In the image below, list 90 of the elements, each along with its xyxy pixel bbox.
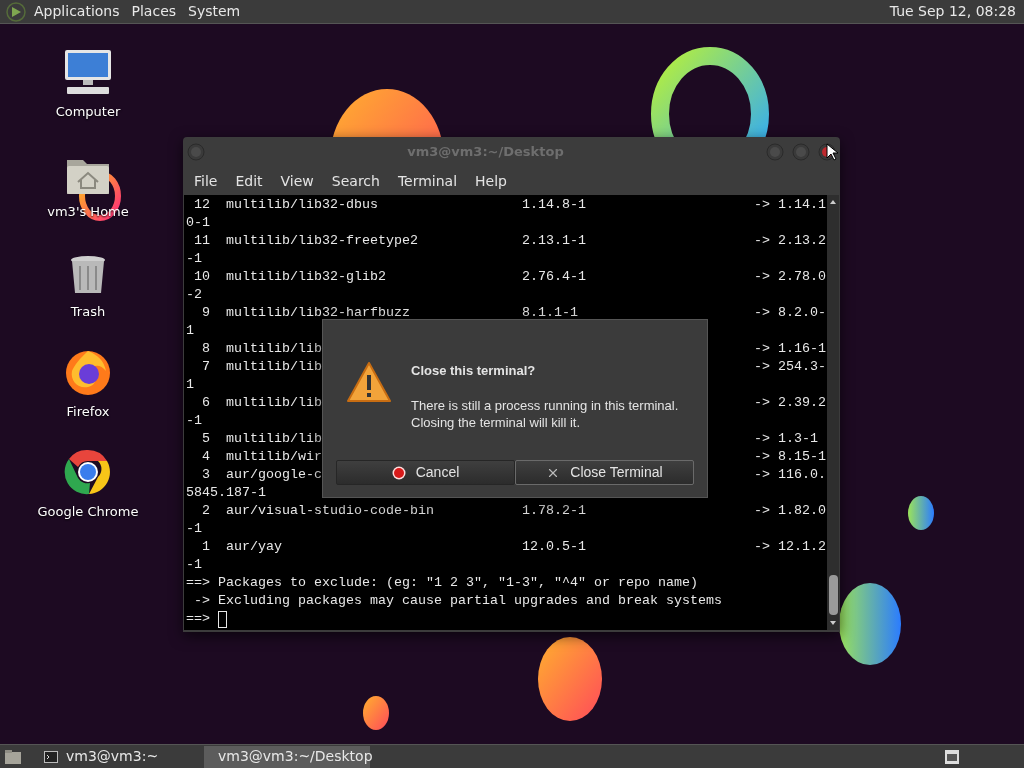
dialog-title: Close this terminal? [411,362,537,380]
desktop-icon-label[interactable]: Trash [70,302,106,322]
scroll-up-icon[interactable] [829,198,837,206]
show-desktop-icon[interactable] [4,748,22,765]
package-name: multilib/lib32-dbus [226,196,378,214]
terminal-icon [44,750,58,763]
menu-item[interactable]: Terminal [388,170,467,192]
menu-item[interactable]: View [271,170,323,192]
row-number: 4 [201,448,210,466]
package-name: aur/google-c [226,466,322,484]
new-version: -> 8.15-1 [754,448,826,466]
wrapped-version: 1 [186,322,194,340]
menu-item[interactable]: Search [322,170,389,192]
package-name: multilib/lib32-harfbuzz [226,304,410,322]
package-name: multilib/lib32-freetype2 [226,232,418,250]
row-number: 1 [201,538,210,556]
new-version: -> 1.14.1 [754,196,826,214]
new-version: -> 1.3-1 [754,430,818,448]
row-number: 9 [201,304,210,322]
new-version: -> 2.13.2 [754,232,826,250]
cancel-button[interactable]: Cancel [336,460,515,485]
scrollbar[interactable] [827,195,839,630]
close-terminal-button[interactable]: Close Terminal [515,460,694,485]
package-version: 2.76.4-1 [522,268,586,286]
clock[interactable]: Tue Sep 12, 08:28 [889,1,1016,22]
package-name: aur/visual-studio-code-bin [226,502,434,520]
desktop-icon-label[interactable]: Computer [55,102,121,122]
play-logo-icon[interactable] [6,1,26,22]
segmented-ring-icon [64,448,112,496]
monitor-icon [63,48,113,96]
dialog-message: There is still a process running in this terminal. Closing the terminal will kill it. [411,396,679,431]
wrapped-version: 1 [186,376,194,394]
new-version: -> 2.39.2 [754,394,826,412]
package-name: multilib/lib [226,358,322,376]
desktop-icon-label[interactable]: Google Chrome [37,502,139,522]
workspace-icon[interactable] [944,748,960,765]
wrapped-version: 5845.187-1 [186,484,266,502]
package-name: multilib/lib [226,394,322,412]
taskbar-button[interactable]: vm3@vm3:~ [38,745,188,768]
new-version: -> 1.16-1 [754,340,826,358]
package-name: multilib/lib [226,430,322,448]
new-version: -> 1.82.0 [754,502,826,520]
scrollbar-thumb[interactable] [828,575,838,615]
new-version: -> 254.3- [754,358,826,376]
row-number: 12 [193,196,210,214]
row-number: 8 [201,340,210,358]
package-version: 12.0.5-1 [522,538,586,556]
warning-icon [346,361,392,403]
menu-item[interactable]: File [185,170,227,192]
new-version: -> 2.78.0 [754,268,826,286]
new-version: -> 12.1.2 [754,538,826,556]
package-version: 1.78.2-1 [522,502,586,520]
taskbar-button[interactable]: vm3@vm3:~/Desktop [204,745,370,768]
wrapped-version: -1 [186,556,202,574]
menu-item[interactable]: Help [466,170,516,192]
terminal-line: -> Excluding packages may cause partial upgrades and break systems [193,592,722,610]
wrapped-version: -1 [186,520,202,538]
trash-icon [69,254,107,296]
wrapped-version: 0-1 [186,214,210,232]
row-number: 11 [193,232,210,250]
row-number: 10 [193,268,210,286]
menu-item[interactable]: Edit [226,170,272,192]
new-version: -> 116.0. [754,466,826,484]
package-name: multilib/lib32-glib2 [226,268,386,286]
row-number: 6 [201,394,210,412]
package-version: 1.14.8-1 [522,196,586,214]
row-number: 7 [201,358,210,376]
new-version: -> 8.2.0- [754,304,826,322]
row-number: 3 [201,466,210,484]
wrapped-version: -1 [186,250,202,268]
scroll-down-icon[interactable] [829,619,837,627]
row-number: 2 [201,502,210,520]
wrapped-version: -1 [186,412,202,430]
wrapped-version: -2 [186,286,202,304]
text-cursor [218,610,227,628]
row-number: 5 [201,430,210,448]
mouse-pointer-icon [826,143,838,161]
terminal-line: ==> Packages to exclude: (eg: "1 2 3", "1-3", "^4" or repo name) [186,574,698,592]
package-name: multilib/wir [226,448,322,466]
panel-menu[interactable]: Applications [34,1,120,22]
package-version: 8.1.1-1 [522,304,578,322]
panel-menu[interactable]: System [188,1,241,22]
package-version: 2.13.1-1 [522,232,586,250]
stop-icon [391,465,406,480]
panel-menu[interactable]: Places [131,1,177,22]
desktop-icon-label[interactable]: Firefox [66,402,110,422]
package-name: aur/yay [226,538,282,556]
flame-globe-icon [64,348,112,396]
prompt: ==> [186,610,210,628]
package-name: multilib/lib [226,340,322,358]
